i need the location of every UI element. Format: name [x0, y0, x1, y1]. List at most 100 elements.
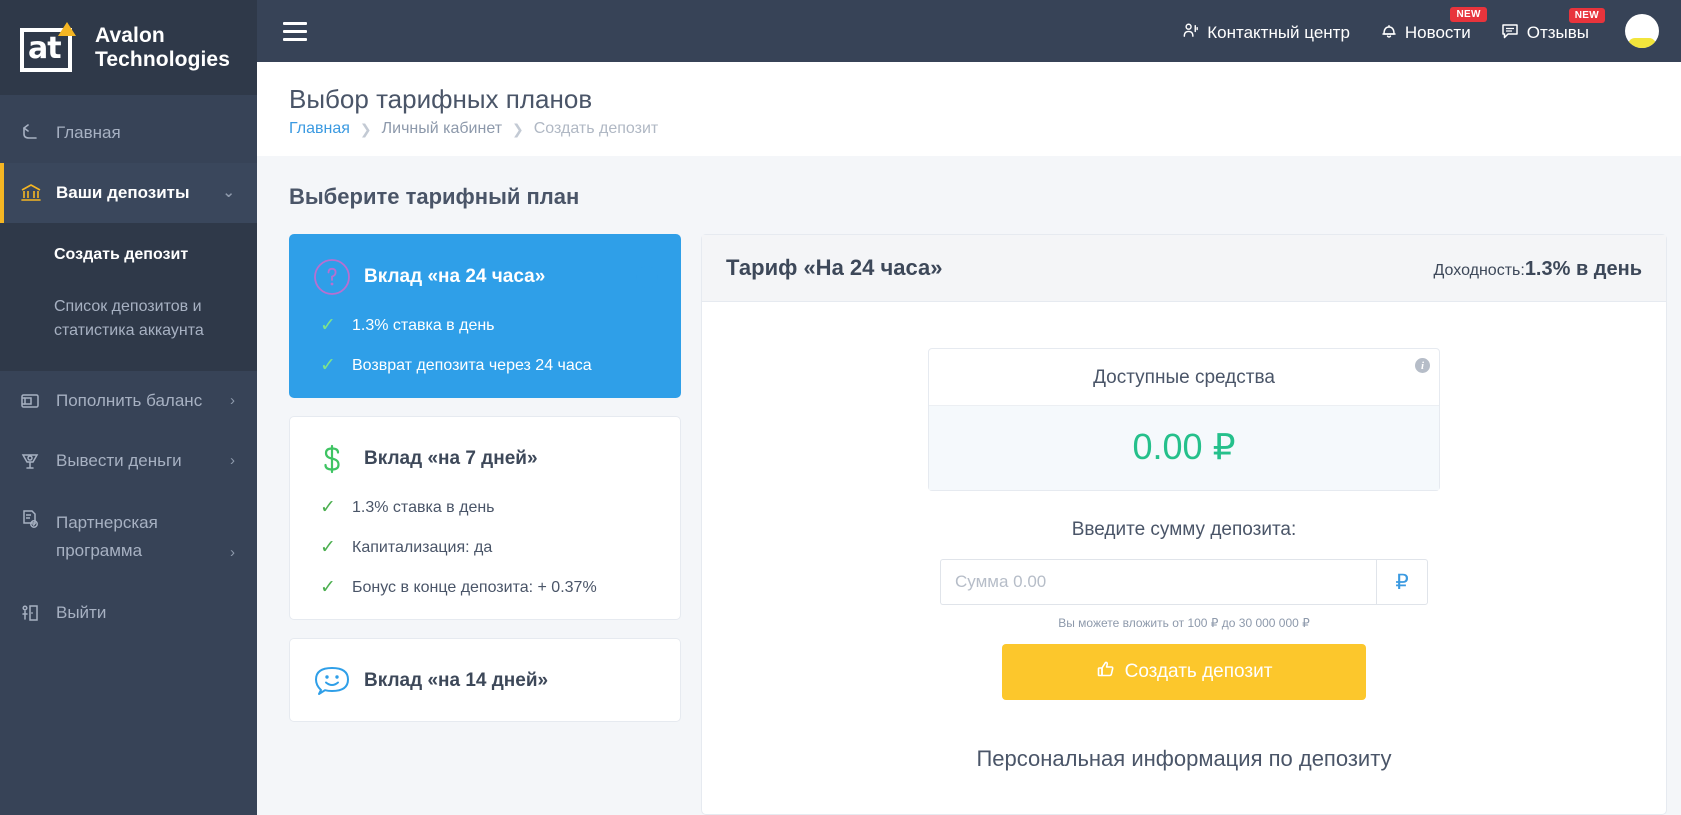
check-icon: ✓ — [320, 537, 336, 558]
avatar[interactable] — [1625, 14, 1659, 48]
check-icon: ✓ — [320, 355, 336, 376]
amount-input[interactable] — [940, 559, 1376, 605]
tariff-radio-24h[interactable] — [636, 266, 658, 288]
create-deposit-label: Создать депозит — [1124, 661, 1273, 682]
tariff-feature: ✓ Бонус в конце депозита: + 0.37% — [312, 577, 658, 599]
sidebar-item-logout[interactable]: Выйти — [0, 583, 257, 643]
reviews-label: Отзывы — [1526, 23, 1589, 42]
tariff-feature: ✓ Капитализация: да — [312, 537, 658, 559]
available-funds-card: i Доступные средства 0.00 ₽ — [928, 348, 1440, 491]
page-header: Выбор тарифных планов Главная ❯ Личный к… — [257, 62, 1681, 156]
withdraw-icon — [20, 451, 46, 471]
sidebar-subitem-deposit-list[interactable]: Список депозитов и статистика аккаунта — [0, 281, 257, 357]
sidebar-item-affiliate[interactable]: Партнерская программа › — [0, 491, 257, 583]
back-arrow-icon — [20, 123, 46, 143]
detail-header: Тариф «На 24 часа» Доходность:1.3% в ден… — [702, 235, 1666, 302]
amount-input-group: ₽ — [940, 559, 1428, 605]
tariff-list: Вклад «на 24 часа» ✓ 1.3% ставка в день … — [289, 234, 681, 815]
contact-center-label: Контактный центр — [1207, 23, 1350, 42]
tariff-name: Вклад «на 7 дней» — [364, 448, 538, 469]
section-title: Выберите тарифный план — [289, 184, 580, 209]
wallet-icon — [20, 392, 46, 410]
tariff-name: Вклад «на 14 дней» — [364, 670, 549, 691]
check-icon: ✓ — [320, 577, 336, 598]
news-new-badge: NEW — [1450, 7, 1487, 22]
currency-ruble-button[interactable]: ₽ — [1376, 559, 1428, 605]
breadcrumb: Главная ❯ Личный кабинет ❯ Создать депоз… — [289, 120, 1681, 138]
smiley-chat-icon — [312, 661, 364, 701]
logout-icon — [20, 603, 46, 623]
detail-title: Тариф «На 24 часа» — [726, 255, 943, 280]
logo-triangle-icon — [58, 21, 76, 36]
personal-info-title: Персональная информация по депозиту — [976, 746, 1392, 771]
thumbs-up-icon — [1096, 659, 1116, 685]
sidebar-nav: Главная Ваши депозиты ⌄ Создать депозит … — [0, 95, 257, 815]
top-bar-links: Контактный центр Новости NEW Отзывы NEW — [1181, 7, 1659, 48]
breadcrumb-item-current: Создать депозит — [533, 120, 659, 137]
detail-body: i Доступные средства 0.00 ₽ Введите сумм… — [702, 302, 1666, 814]
sidebar-item-label: Пополнить баланс — [56, 391, 203, 410]
tariff-card-24h[interactable]: Вклад «на 24 часа» ✓ 1.3% ставка в день … — [289, 234, 681, 398]
tariff-card-header: Вклад «на 24 часа» — [312, 257, 658, 297]
comment-icon — [1501, 22, 1520, 45]
tariff-feature-label: 1.3% ставка в день — [352, 317, 495, 334]
tariff-radio-14d[interactable] — [636, 670, 658, 692]
page-content: Выберите тарифный план Вклад «на 24 часа… — [257, 156, 1681, 815]
tariff-card-7d[interactable]: Вклад «на 7 дней» ✓ 1.3% ставка в день ✓… — [289, 416, 681, 620]
tariff-card-14d[interactable]: Вклад «на 14 дней» — [289, 638, 681, 722]
news-link[interactable]: Новости NEW — [1380, 7, 1487, 45]
reviews-link[interactable]: Отзывы NEW — [1501, 7, 1605, 45]
breadcrumb-separator-icon: ❯ — [512, 120, 524, 137]
tariff-detail-panel: Тариф «На 24 часа» Доходность:1.3% в ден… — [701, 234, 1667, 815]
tariff-name: Вклад «на 24 часа» — [364, 266, 546, 287]
contact-center-link[interactable]: Контактный центр — [1181, 17, 1350, 45]
brand-name: Avalon Technologies — [95, 24, 230, 72]
sidebar-item-topup[interactable]: Пополнить баланс › — [0, 371, 257, 431]
tariff-feature-label: Бонус в конце депозита: + 0.37% — [352, 579, 597, 596]
tariff-feature-label: Капитализация: да — [352, 539, 493, 556]
brand-logo[interactable]: at Avalon Technologies — [0, 0, 257, 95]
tariff-feature: ✓ 1.3% ставка в день — [312, 497, 658, 519]
sidebar-item-withdraw[interactable]: Вывести деньги › — [0, 431, 257, 491]
dollar-icon — [312, 439, 364, 479]
breadcrumb-item-home[interactable]: Главная — [289, 120, 350, 138]
bell-icon — [1380, 21, 1398, 45]
info-icon[interactable]: i — [1415, 358, 1430, 373]
logo-mark-icon: at — [20, 21, 82, 74]
sidebar-item-label: Выйти — [56, 603, 107, 622]
available-funds-value: 0.00 ₽ — [929, 405, 1439, 490]
create-deposit-button[interactable]: Создать депозит — [1002, 644, 1366, 700]
check-icon: ✓ — [320, 315, 336, 336]
news-label: Новости — [1404, 23, 1471, 42]
sidebar-item-home[interactable]: Главная — [0, 103, 257, 163]
tariff-feature: ✓ Возврат депозита через 24 часа — [312, 355, 658, 377]
tariff-feature-label: 1.3% ставка в день — [352, 499, 495, 516]
brand-name-line2: Technologies — [95, 47, 230, 71]
sidebar-item-label: Главная — [56, 123, 121, 142]
menu-toggle-button[interactable] — [283, 21, 307, 41]
chevron-right-icon: › — [230, 452, 235, 469]
tariff-radio-7d[interactable] — [636, 448, 658, 470]
available-funds-label: Доступные средства — [1093, 367, 1275, 388]
amount-field-label: Введите сумму депозита: — [1071, 519, 1297, 540]
affiliate-doc-icon — [20, 509, 46, 529]
sidebar-item-label: Партнерская программа — [56, 513, 158, 560]
breadcrumb-item-account[interactable]: Личный кабинет — [382, 120, 502, 138]
logo-letters: at — [28, 30, 62, 66]
amount-limits-note: Вы можете вложить от 100 ₽ до 30 000 000… — [1058, 616, 1310, 630]
chevron-right-icon: › — [230, 392, 235, 409]
tariff-card-header: Вклад «на 14 дней» — [312, 661, 658, 701]
chevron-down-icon: ⌄ — [222, 184, 235, 201]
tariff-card-header: Вклад «на 7 дней» — [312, 439, 658, 479]
content-columns: Вклад «на 24 часа» ✓ 1.3% ставка в день … — [257, 234, 1681, 815]
main-area: Контактный центр Новости NEW Отзывы NEW … — [257, 0, 1681, 815]
app-root: at Avalon Technologies Главная Ваши депо… — [0, 0, 1681, 815]
sidebar-subitem-create-deposit[interactable]: Создать депозит — [0, 229, 257, 281]
detail-card: Тариф «На 24 часа» Доходность:1.3% в ден… — [701, 234, 1667, 815]
contact-center-icon — [1181, 21, 1200, 45]
bank-icon — [20, 183, 46, 203]
sidebar-item-deposits[interactable]: Ваши депозиты ⌄ — [0, 163, 257, 223]
reviews-new-badge: NEW — [1568, 7, 1605, 23]
yield-label: Доходность: — [1433, 262, 1525, 279]
page-title: Выбор тарифных планов — [289, 84, 593, 114]
